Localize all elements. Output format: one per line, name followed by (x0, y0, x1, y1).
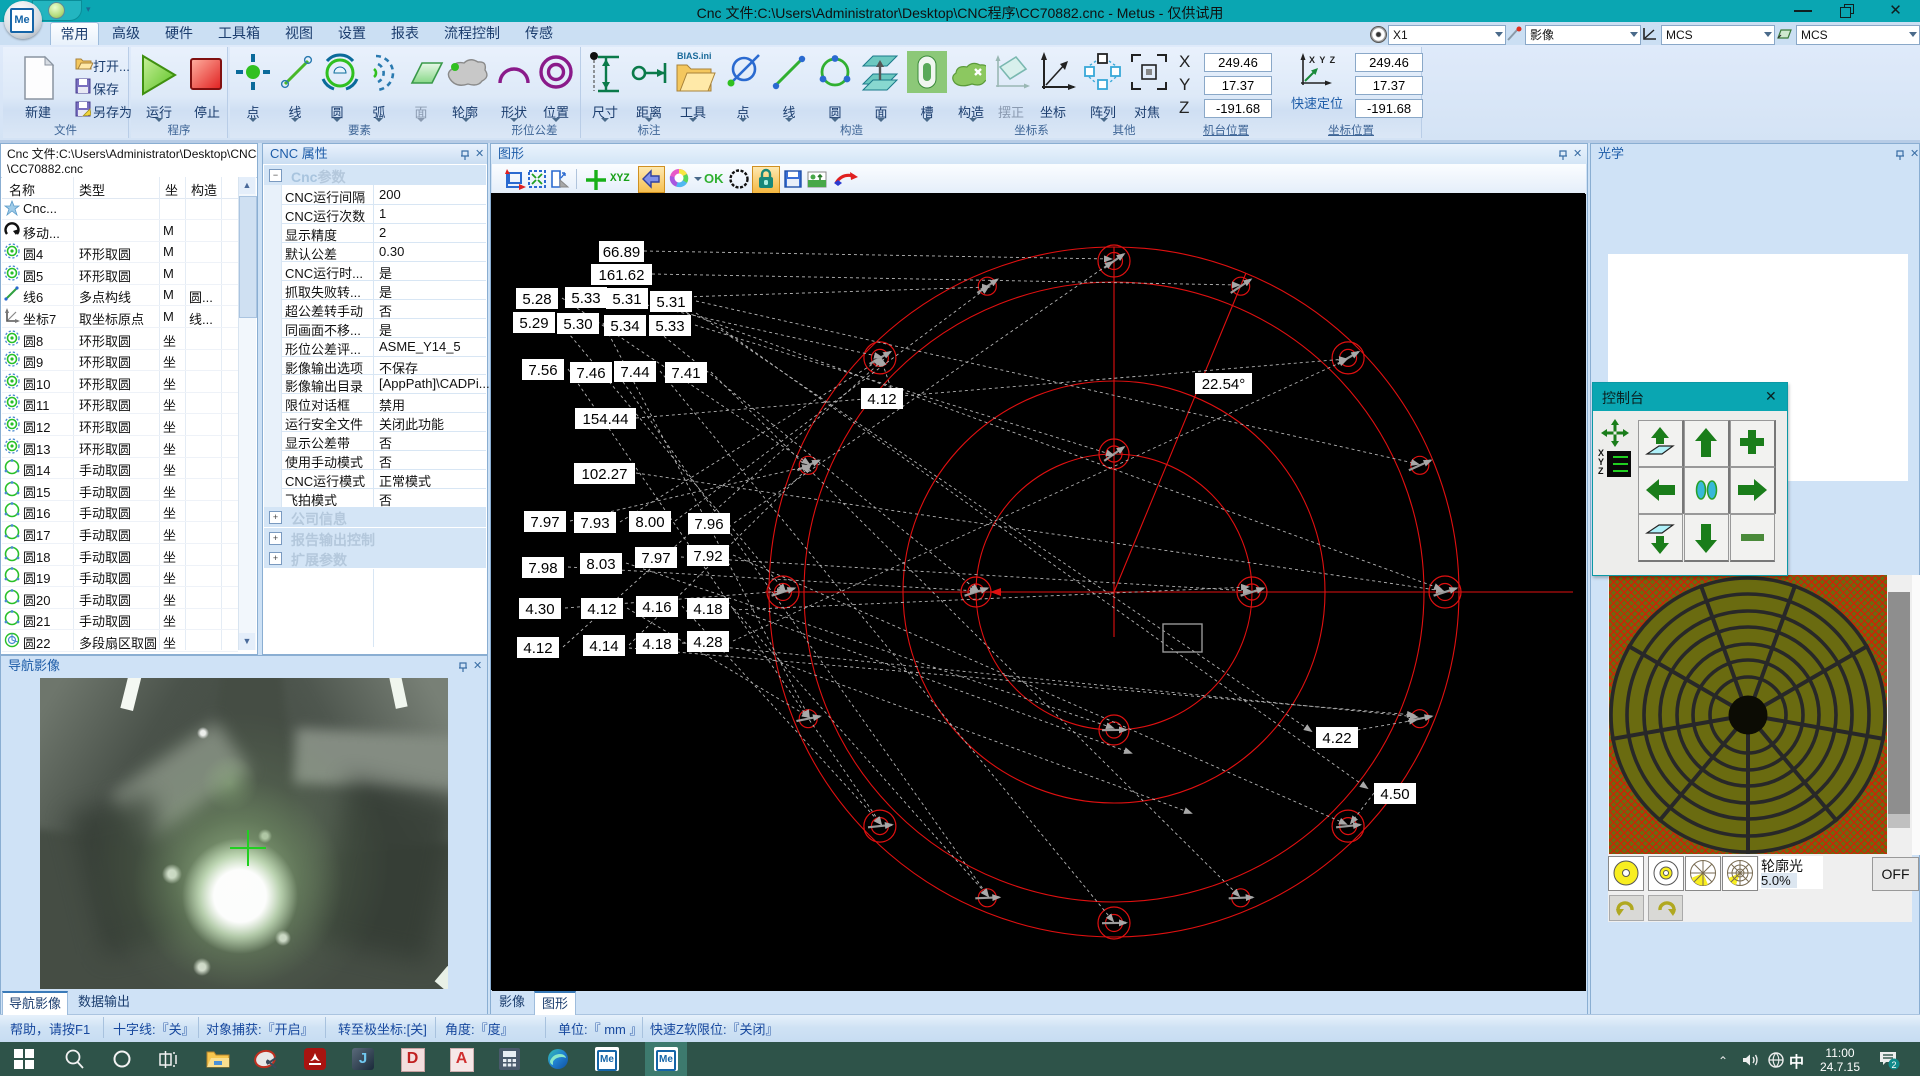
svg-text:5.31: 5.31 (656, 294, 685, 311)
svg-text:7.41: 7.41 (671, 365, 700, 382)
svg-text:22.54°: 22.54° (1202, 376, 1246, 393)
svg-text:5.29: 5.29 (519, 315, 548, 332)
svg-text:154.44: 154.44 (583, 411, 629, 428)
svg-text:7.97: 7.97 (641, 550, 670, 567)
svg-text:5.31: 5.31 (612, 291, 641, 308)
svg-text:4.18: 4.18 (693, 601, 722, 618)
svg-text:4.22: 4.22 (1322, 730, 1351, 747)
svg-text:7.46: 7.46 (576, 365, 605, 382)
svg-text:4.18: 4.18 (642, 636, 671, 653)
svg-text:5.28: 5.28 (522, 291, 551, 308)
svg-text:4.14: 4.14 (589, 638, 618, 655)
svg-text:5.30: 5.30 (563, 316, 592, 333)
svg-text:5.33: 5.33 (655, 318, 684, 335)
svg-text:8.00: 8.00 (635, 514, 664, 531)
svg-text:5.33: 5.33 (571, 290, 600, 307)
svg-text:4.50: 4.50 (1380, 786, 1409, 803)
svg-text:7.96: 7.96 (694, 516, 723, 533)
svg-text:7.98: 7.98 (528, 560, 557, 577)
svg-text:5.34: 5.34 (610, 318, 639, 335)
svg-text:7.56: 7.56 (528, 362, 557, 379)
svg-text:4.12: 4.12 (587, 601, 616, 618)
svg-text:BIAS.ini: BIAS.ini (677, 51, 712, 61)
svg-text:7.97: 7.97 (530, 514, 559, 531)
svg-text:4.16: 4.16 (642, 599, 671, 616)
svg-text:X Y Z: X Y Z (1309, 55, 1336, 65)
svg-text:2: 2 (1891, 1060, 1896, 1070)
svg-text:4.12: 4.12 (867, 391, 896, 408)
svg-text:4.12: 4.12 (523, 640, 552, 657)
svg-text:66.89: 66.89 (603, 244, 641, 261)
svg-text:4.30: 4.30 (525, 601, 554, 618)
svg-text:8.03: 8.03 (586, 556, 615, 573)
svg-text:7.92: 7.92 (693, 548, 722, 565)
svg-text:7.44: 7.44 (620, 364, 649, 381)
svg-text:161.62: 161.62 (599, 267, 645, 284)
svg-text:4.28: 4.28 (693, 634, 722, 651)
svg-text:102.27: 102.27 (582, 466, 628, 483)
svg-text:7.93: 7.93 (580, 515, 609, 532)
